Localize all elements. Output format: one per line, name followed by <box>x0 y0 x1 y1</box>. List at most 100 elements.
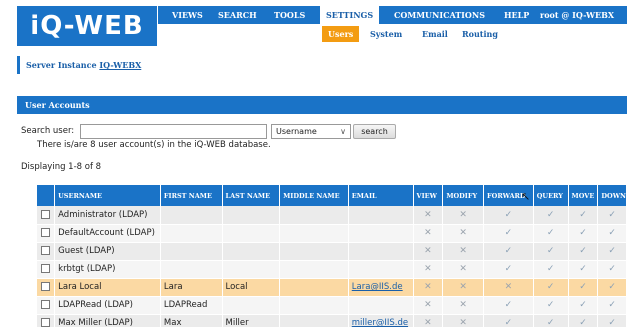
checkmark-icon[interactable]: ✓ <box>483 314 534 327</box>
cross-icon[interactable]: ✕ <box>442 224 485 243</box>
nav-views[interactable]: VIEWS <box>172 6 203 24</box>
row-checkbox[interactable] <box>41 246 51 255</box>
middle-name-cell <box>279 278 349 297</box>
cross-icon[interactable]: ✕ <box>483 278 534 297</box>
table-body: Administrator (LDAP) ✕ ✕ ✓ ✓ ✓ ✓ DefaultAccount… <box>37 206 627 327</box>
last-name-cell <box>222 296 281 315</box>
table-row[interactable]: Lara Local Lara Local Lara@IIS.de ✕ ✕ ✕ ✓ ✓ ✓ <box>37 278 627 297</box>
nav-tools[interactable]: TOOLS <box>274 6 305 24</box>
checkmark-icon[interactable]: ✓ <box>533 224 569 243</box>
middle-name-cell <box>279 242 349 261</box>
checkmark-icon[interactable]: ✓ <box>483 224 534 243</box>
checkmark-icon[interactable]: ✓ <box>568 206 599 225</box>
checkmark-icon[interactable]: ✓ <box>597 242 627 261</box>
checkmark-icon[interactable]: ✓ <box>533 206 569 225</box>
cross-icon[interactable]: ✕ <box>442 278 485 297</box>
checkmark-icon[interactable]: ✓ <box>597 260 627 279</box>
username-cell: krbtgt (LDAP) <box>54 260 161 279</box>
table-row[interactable]: DefaultAccount (LDAP) ✕ ✕ ✓ ✓ ✓ ✓ <box>37 224 627 243</box>
cross-icon[interactable]: ✕ <box>413 206 444 225</box>
checkmark-icon[interactable]: ✓ <box>533 260 569 279</box>
checkmark-icon[interactable]: ✓ <box>568 224 599 243</box>
checkmark-icon[interactable]: ✓ <box>533 314 569 327</box>
nav-help[interactable]: HELP <box>504 6 529 24</box>
user-table: USERNAME FIRST NAME LAST NAME MIDDLE NAM… <box>37 185 627 327</box>
checkmark-icon[interactable]: ✓ <box>597 278 627 297</box>
checkmark-icon[interactable]: ✓ <box>483 206 534 225</box>
middle-name-cell <box>279 260 349 279</box>
table-row[interactable]: LDAPRead (LDAP) LDAPRead ✕ ✕ ✓ ✓ ✓ ✓ <box>37 296 627 315</box>
header-username[interactable]: USERNAME <box>54 185 161 206</box>
row-checkbox[interactable] <box>41 264 51 273</box>
checkmark-icon[interactable]: ✓ <box>568 260 599 279</box>
search-input[interactable] <box>80 124 267 139</box>
table-row[interactable]: Guest (LDAP) ✕ ✕ ✓ ✓ ✓ ✓ <box>37 242 627 261</box>
email-cell <box>348 296 414 315</box>
checkmark-icon[interactable]: ✓ <box>597 296 627 315</box>
nav-search[interactable]: SEARCH <box>218 6 257 24</box>
server-instance-link[interactable]: IQ-WEBX <box>99 60 141 70</box>
chevron-down-icon: ∨ <box>340 127 346 136</box>
subnav-email[interactable]: Email <box>422 26 448 42</box>
search-field-select[interactable]: Username ∨ <box>271 124 351 139</box>
checkmark-icon[interactable]: ✓ <box>533 278 569 297</box>
row-checkbox[interactable] <box>41 300 51 309</box>
row-checkbox[interactable] <box>41 228 51 237</box>
header-last-name[interactable]: LAST NAME <box>222 185 281 206</box>
cross-icon[interactable]: ✕ <box>413 278 444 297</box>
row-checkbox[interactable] <box>41 282 51 291</box>
checkmark-icon[interactable]: ✓ <box>533 242 569 261</box>
email-link[interactable]: Lara@IIS.de <box>352 282 403 292</box>
checkmark-icon[interactable]: ✓ <box>533 296 569 315</box>
cross-icon[interactable]: ✕ <box>413 296 444 315</box>
middle-name-cell <box>279 314 349 327</box>
table-row[interactable]: krbtgt (LDAP) ✕ ✕ ✓ ✓ ✓ ✓ <box>37 260 627 279</box>
email-cell <box>348 224 414 243</box>
subnav-routing[interactable]: Routing <box>462 26 498 42</box>
header-middle-name[interactable]: MIDDLE NAME <box>279 185 349 206</box>
sub-nav: Users System Email Routing <box>322 24 512 44</box>
checkmark-icon[interactable]: ✓ <box>597 314 627 327</box>
email-cell: miller@IIS.de <box>348 314 414 327</box>
nav-communications[interactable]: COMMUNICATIONS <box>394 6 485 24</box>
email-cell: Lara@IIS.de <box>348 278 414 297</box>
row-select-cell <box>37 296 56 315</box>
first-name-cell <box>160 206 223 225</box>
checkmark-icon[interactable]: ✓ <box>568 242 599 261</box>
row-select-cell <box>37 206 56 225</box>
cross-icon[interactable]: ✕ <box>442 296 485 315</box>
search-button[interactable]: search <box>353 124 396 139</box>
username-cell: Lara Local <box>54 278 161 297</box>
header-first-name[interactable]: FIRST NAME <box>160 185 223 206</box>
cross-icon[interactable]: ✕ <box>413 242 444 261</box>
cross-icon[interactable]: ✕ <box>442 242 485 261</box>
subnav-users[interactable]: Users <box>322 26 360 42</box>
cross-icon[interactable]: ✕ <box>413 260 444 279</box>
cross-icon[interactable]: ✕ <box>413 224 444 243</box>
cross-icon[interactable]: ✕ <box>413 314 444 327</box>
nav-settings[interactable]: SETTINGS <box>320 6 380 24</box>
checkmark-icon[interactable]: ✓ <box>568 296 599 315</box>
row-checkbox[interactable] <box>41 209 51 219</box>
row-select-cell <box>37 224 56 243</box>
subnav-system[interactable]: System <box>370 26 402 42</box>
checkmark-icon[interactable]: ✓ <box>483 260 534 279</box>
app-logo[interactable]: iQ-WEB <box>17 6 157 46</box>
email-link[interactable]: miller@IIS.de <box>352 318 408 327</box>
row-checkbox[interactable] <box>41 318 51 327</box>
last-name-cell <box>222 206 281 225</box>
header-download: DOWN <box>597 185 627 206</box>
table-row[interactable]: Max Miller (LDAP) Max Miller miller@IIS.de ✕… <box>37 314 627 327</box>
checkmark-icon[interactable]: ✓ <box>568 278 599 297</box>
checkmark-icon[interactable]: ✓ <box>483 296 534 315</box>
cross-icon[interactable]: ✕ <box>442 206 485 225</box>
table-row[interactable]: Administrator (LDAP) ✕ ✕ ✓ ✓ ✓ ✓ <box>37 206 627 225</box>
cross-icon[interactable]: ✕ <box>442 260 485 279</box>
cross-icon[interactable]: ✕ <box>442 314 485 327</box>
header-email[interactable]: EMAIL <box>348 185 414 206</box>
checkmark-icon[interactable]: ✓ <box>483 242 534 261</box>
checkmark-icon[interactable]: ✓ <box>597 224 627 243</box>
checkmark-icon[interactable]: ✓ <box>597 206 627 225</box>
user-menu[interactable]: root @ IQ-WEBX <box>540 6 614 24</box>
checkmark-icon[interactable]: ✓ <box>568 314 599 327</box>
